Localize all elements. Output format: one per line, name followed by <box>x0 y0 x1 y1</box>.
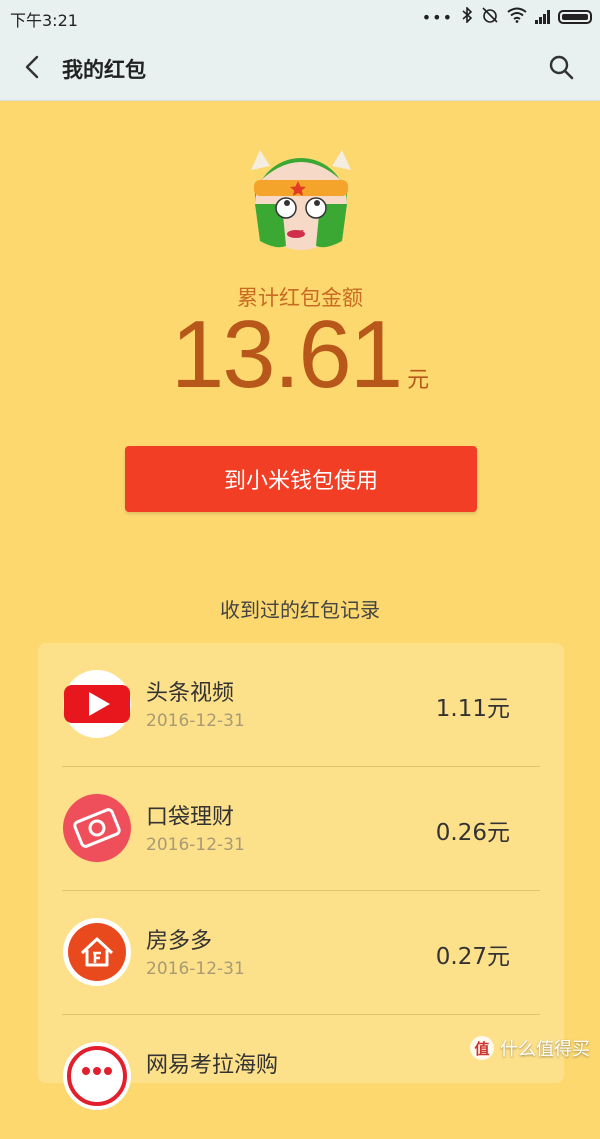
record-date: 2016-12-31 <box>146 711 245 731</box>
use-in-mi-wallet-button[interactable]: 到小米钱包使用 <box>125 446 477 512</box>
signal-icon <box>535 10 550 24</box>
nav-bar: 我的红包 <box>0 34 600 101</box>
list-item[interactable]: 网易考拉海购 <box>62 1015 540 1139</box>
alarm-off-icon <box>481 6 499 28</box>
records-list: 头条视频 2016-12-31 1.11元 口袋理财 2016-12-31 0.… <box>38 643 564 1110</box>
total-amount: 13.61 元 <box>0 300 600 410</box>
record-name: 房多多 <box>146 929 213 954</box>
koala-icon <box>62 1041 132 1111</box>
wifi-icon <box>507 7 527 27</box>
record-name: 头条视频 <box>146 681 235 706</box>
record-date: 2016-12-31 <box>146 959 245 979</box>
record-name: 口袋理财 <box>146 805 235 830</box>
wallet-card-icon <box>62 793 132 863</box>
record-amount: 1.11元 <box>435 696 510 722</box>
page-title: 我的红包 <box>62 58 146 82</box>
bluetooth-icon <box>461 6 473 27</box>
status-time: 下午3:21 <box>10 11 78 30</box>
watermark: 值 什么值得买 <box>470 1035 590 1061</box>
total-amount-value: 13.61 <box>170 301 403 408</box>
record-amount: 0.27元 <box>435 944 510 970</box>
list-item[interactable]: 房多多 2016-12-31 0.27元 <box>62 891 540 1015</box>
battery-icon <box>558 10 592 24</box>
records-title: 收到过的红包记录 <box>220 598 380 622</box>
house-icon <box>62 917 132 987</box>
total-amount-unit: 元 <box>407 368 430 393</box>
status-icons: ••• <box>422 6 592 28</box>
list-item[interactable]: 头条视频 2016-12-31 1.11元 <box>62 643 540 767</box>
video-play-icon <box>62 669 132 739</box>
chevron-left-icon[interactable] <box>18 52 48 82</box>
list-item[interactable]: 口袋理财 2016-12-31 0.26元 <box>62 767 540 891</box>
search-icon[interactable] <box>546 52 576 82</box>
record-amount: 0.26元 <box>435 820 510 846</box>
status-bar: 下午3:21 ••• <box>0 0 600 34</box>
mascot-avatar <box>246 146 356 254</box>
dots-icon: ••• <box>421 7 453 27</box>
record-date: 2016-12-31 <box>146 835 245 855</box>
record-name: 网易考拉海购 <box>146 1053 279 1078</box>
watermark-badge: 值 <box>470 1036 494 1060</box>
watermark-text: 什么值得买 <box>500 1039 590 1060</box>
